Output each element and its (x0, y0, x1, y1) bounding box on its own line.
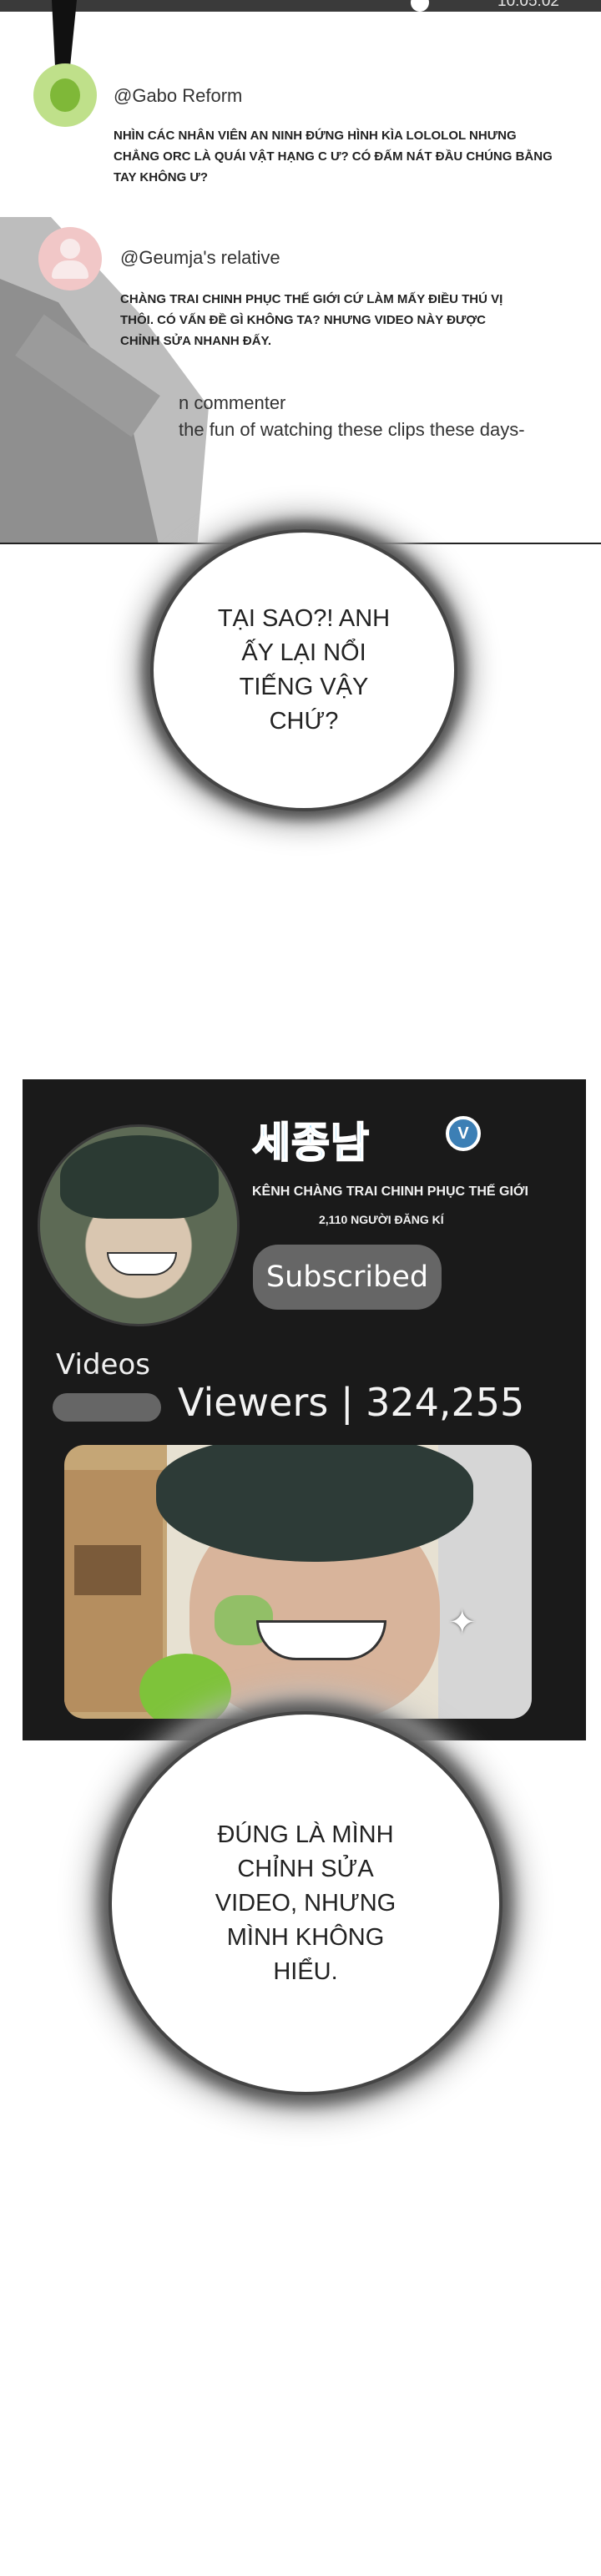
sparkle-icon: ✦ (448, 1604, 477, 1642)
verified-badge-icon: V (446, 1116, 481, 1151)
video-thumbnail[interactable]: ✦ (64, 1445, 532, 1719)
viewers-count: Viewers | 324,255 (178, 1380, 525, 1425)
channel-logo: 세종남 (251, 1118, 370, 1168)
tab-videos[interactable]: Videos (56, 1348, 150, 1381)
speech-bubble-text: ĐÚNG LÀ MÌNH CHỈNH SỬA VIDEO, NHƯNG MÌNH… (215, 1821, 396, 1985)
character-hair (156, 1445, 473, 1562)
comments-panel: 10:05:02 @Gabo Reform NHÌN CÁC NHÂN VIÊN… (0, 0, 601, 544)
subscriber-count: 2,110 NGƯỜI ĐĂNG KÍ (319, 1213, 444, 1226)
channel-avatar[interactable] (38, 1124, 240, 1326)
commenter-avatar[interactable] (38, 227, 102, 290)
comment-username[interactable]: n commenter (179, 392, 285, 414)
comment-text: NHÌN CÁC NHÂN VIÊN AN NINH ĐỨNG HÌNH KÌA… (114, 129, 553, 184)
viewers-pill (53, 1393, 161, 1422)
speech-bubble-text: TẠI SAO?! ANH ẤY LẠI NỔI TIẾNG VẬY CHỨ? (217, 605, 391, 735)
comment-username[interactable]: @Gabo Reform (114, 85, 242, 107)
subscribed-button[interactable]: Subscribed (253, 1245, 442, 1310)
building-window (74, 1545, 141, 1595)
speech-bubble: ĐÚNG LÀ MÌNH CHỈNH SỬA VIDEO, NHƯNG MÌNH… (117, 1720, 494, 2087)
speech-bubble: TẠI SAO?! ANH ẤY LẠI NỔI TIẾNG VẬY CHỨ? (157, 536, 451, 805)
commenter-avatar[interactable] (33, 63, 97, 127)
character-smile (256, 1620, 386, 1660)
comment-text: the fun of watching these clips these da… (179, 419, 525, 440)
comment-username[interactable]: @Geumja's relative (120, 247, 280, 269)
status-time: 10:05:02 (497, 0, 559, 10)
channel-name: KÊNH CHÀNG TRAI CHINH PHỤC THẾ GIỚI (252, 1184, 528, 1199)
channel-panel: 세종남 V KÊNH CHÀNG TRAI CHINH PHỤC THẾ GIỚ… (23, 1079, 586, 1740)
comment-text: CHÀNG TRAI CHINH PHỤC THẾ GIỚI CỨ LÀM MẤ… (120, 292, 503, 348)
